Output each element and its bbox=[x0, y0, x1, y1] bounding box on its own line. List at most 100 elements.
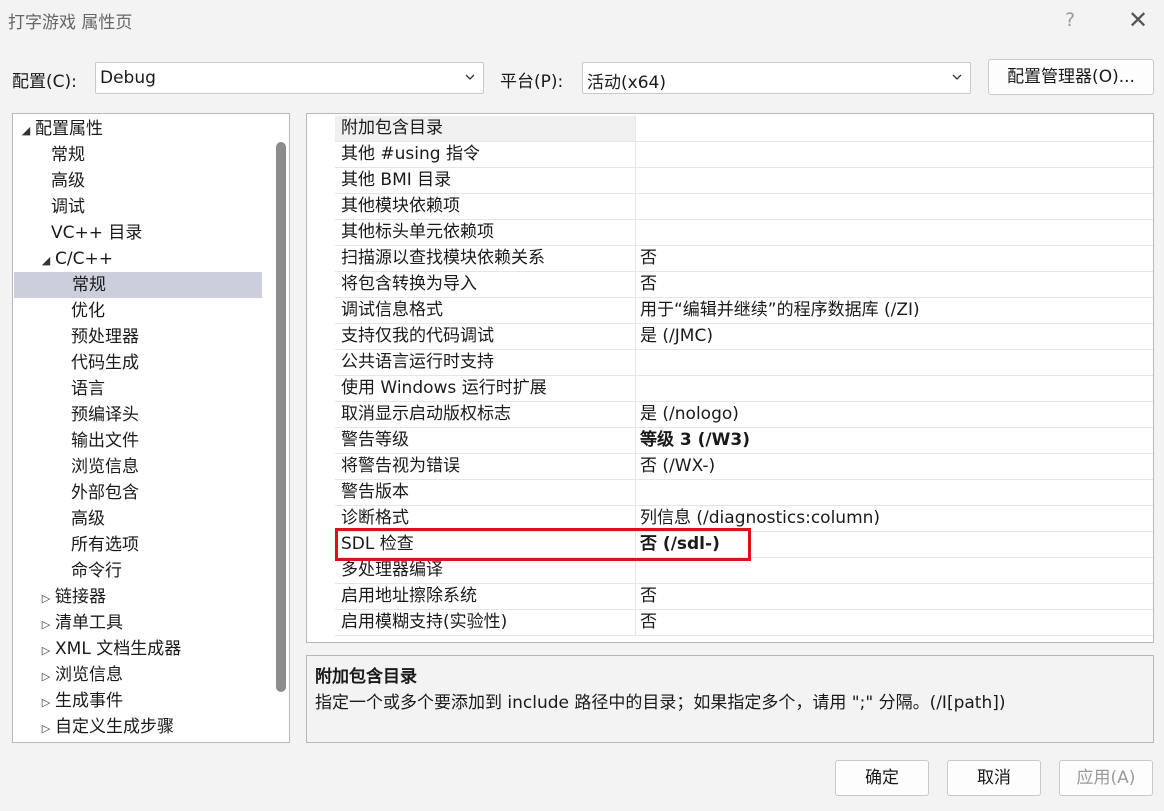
property-row[interactable]: 取消显示启动版权标志 是 (/nologo) bbox=[335, 402, 1153, 428]
property-value[interactable]: 否 bbox=[635, 584, 1153, 609]
property-row[interactable]: 启用模糊支持(实验性) 否 bbox=[335, 610, 1153, 636]
property-row[interactable]: 其他模块依赖项 bbox=[335, 194, 1153, 220]
tree-item[interactable]: 调试 bbox=[13, 194, 271, 220]
property-row[interactable]: 使用 Windows 运行时扩展 bbox=[335, 376, 1153, 402]
property-value[interactable]: 是 (/JMC) bbox=[635, 324, 1153, 349]
property-row[interactable]: 警告版本 bbox=[335, 480, 1153, 506]
property-name: 使用 Windows 运行时扩展 bbox=[341, 378, 547, 398]
property-value[interactable]: 否 (/WX-) bbox=[635, 454, 1153, 479]
tree-item[interactable]: 优化 bbox=[13, 298, 271, 324]
property-name: 启用模糊支持(实验性) bbox=[341, 612, 508, 632]
tree-item[interactable]: ▷ 链接器 bbox=[13, 584, 271, 610]
tree-item-label: 生成事件 bbox=[55, 691, 123, 711]
config-manager-button[interactable]: 配置管理器(O)... bbox=[988, 59, 1154, 95]
property-value[interactable] bbox=[635, 350, 1153, 375]
property-value[interactable] bbox=[635, 116, 1153, 141]
close-button[interactable]: ✕ bbox=[1124, 6, 1152, 34]
property-grid: 附加包含目录 其他 #using 指令其他 BMI 目录 其他模块依赖项其他标头单元… bbox=[306, 113, 1154, 643]
property-value[interactable] bbox=[635, 558, 1153, 583]
tree-item[interactable]: 命令行 bbox=[13, 558, 271, 584]
property-name: 警告版本 bbox=[341, 482, 409, 502]
tree-item[interactable]: ▷ 自定义生成步骤 bbox=[13, 714, 271, 740]
tree-item[interactable]: 常规 bbox=[13, 142, 271, 168]
property-name: 其他 #using 指令 bbox=[341, 144, 480, 164]
property-row[interactable]: 调试信息格式 用于“编辑并继续”的程序数据库 (/ZI) bbox=[335, 298, 1153, 324]
tree-item[interactable]: 常规 bbox=[14, 272, 262, 298]
property-row[interactable]: 其他 BMI 目录 bbox=[335, 168, 1153, 194]
property-value[interactable]: 用于“编辑并继续”的程序数据库 (/ZI) bbox=[635, 298, 1153, 323]
tree-item[interactable]: 输出文件 bbox=[13, 428, 271, 454]
property-value[interactable]: 否 bbox=[635, 610, 1153, 635]
tree-item-label: 调试 bbox=[51, 197, 85, 217]
tree-item[interactable]: 语言 bbox=[13, 376, 271, 402]
tree-item-label: 输出文件 bbox=[71, 431, 139, 451]
property-name: 启用地址擦除系统 bbox=[341, 586, 477, 606]
tree-item[interactable]: VC++ 目录 bbox=[13, 220, 271, 246]
tree-item[interactable]: 高级 bbox=[13, 506, 271, 532]
property-value[interactable]: 否 bbox=[635, 246, 1153, 271]
platform-dropdown[interactable]: 活动(x64) bbox=[582, 62, 971, 94]
tree-item[interactable]: 外部包含 bbox=[13, 480, 271, 506]
collapsed-arrow-icon[interactable]: ▷ bbox=[37, 586, 55, 612]
property-value[interactable] bbox=[635, 194, 1153, 219]
property-row[interactable]: 启用地址擦除系统 否 bbox=[335, 584, 1153, 610]
property-row[interactable]: 警告等级 等级 3 (/W3) bbox=[335, 428, 1153, 454]
property-value[interactable] bbox=[635, 220, 1153, 245]
property-value[interactable]: 否 bbox=[635, 272, 1153, 297]
property-row[interactable]: 其他 #using 指令 bbox=[335, 142, 1153, 168]
cancel-button[interactable]: 取消 bbox=[947, 760, 1041, 796]
tree-item[interactable]: 浏览信息 bbox=[13, 454, 271, 480]
tree-item[interactable]: 代码生成 bbox=[13, 350, 271, 376]
property-name: 其他模块依赖项 bbox=[341, 196, 460, 216]
tree-item[interactable]: 预编译头 bbox=[13, 402, 271, 428]
property-row[interactable]: 将警告视为错误 否 (/WX-) bbox=[335, 454, 1153, 480]
property-value[interactable]: 是 (/nologo) bbox=[635, 402, 1153, 427]
config-dropdown[interactable]: Debug bbox=[95, 62, 484, 94]
collapsed-arrow-icon[interactable]: ▷ bbox=[37, 716, 55, 742]
tree-item[interactable]: ▷ 浏览信息 bbox=[13, 662, 271, 688]
scrollbar-thumb[interactable] bbox=[276, 142, 286, 692]
collapsed-arrow-icon[interactable]: ▷ bbox=[37, 690, 55, 716]
property-row[interactable]: 支持仅我的代码调试 是 (/JMC) bbox=[335, 324, 1153, 350]
tree-item[interactable]: ▷ 生成事件 bbox=[13, 688, 271, 714]
tree-item[interactable]: 所有选项 bbox=[13, 532, 271, 558]
tree-item[interactable]: ▷ 清单工具 bbox=[13, 610, 271, 636]
property-name: 警告等级 bbox=[341, 430, 409, 450]
tree-item[interactable]: ▷ XML 文档生成器 bbox=[13, 636, 271, 662]
tree-item-label: 高级 bbox=[71, 509, 105, 529]
collapsed-arrow-icon[interactable]: ▷ bbox=[37, 612, 55, 638]
property-row[interactable]: 公共语言运行时支持 bbox=[335, 350, 1153, 376]
property-row[interactable]: 附加包含目录 bbox=[335, 116, 1153, 142]
property-value[interactable] bbox=[635, 168, 1153, 193]
collapsed-arrow-icon[interactable]: ▷ bbox=[37, 664, 55, 690]
tree-scrollbar[interactable] bbox=[271, 114, 289, 742]
tree-item[interactable]: 预处理器 bbox=[13, 324, 271, 350]
property-value[interactable] bbox=[635, 142, 1153, 167]
property-value[interactable] bbox=[635, 480, 1153, 505]
property-value[interactable]: 等级 3 (/W3) bbox=[635, 428, 1153, 453]
apply-button[interactable]: 应用(A) bbox=[1059, 760, 1153, 796]
collapsed-arrow-icon[interactable]: ▷ bbox=[37, 638, 55, 664]
property-value[interactable] bbox=[635, 376, 1153, 401]
tree-item-label: 高级 bbox=[51, 171, 85, 191]
tree-item[interactable]: ◢ 配置属性 bbox=[13, 116, 271, 142]
property-row[interactable]: 多处理器编译 bbox=[335, 558, 1153, 584]
help-button[interactable]: ? bbox=[1058, 6, 1082, 34]
property-row[interactable]: 扫描源以查找模块依赖关系 否 bbox=[335, 246, 1153, 272]
property-tree: ◢ 配置属性 常规 高级 调试 VC++ 目录 ◢ C/C++ 常规 优化 预处理器 代码生成 语言 预编… bbox=[12, 113, 290, 743]
property-name: 将包含转换为导入 bbox=[341, 274, 477, 294]
property-row[interactable]: 其他标头单元依赖项 bbox=[335, 220, 1153, 246]
chevron-down-icon bbox=[465, 74, 475, 80]
tree-item-label: 链接器 bbox=[55, 587, 106, 607]
expanded-arrow-icon[interactable]: ◢ bbox=[17, 118, 35, 144]
property-row[interactable]: 将包含转换为导入 否 bbox=[335, 272, 1153, 298]
property-name: 扫描源以查找模块依赖关系 bbox=[341, 248, 545, 268]
tree-item[interactable]: 高级 bbox=[13, 168, 271, 194]
description-text: 指定一个或多个要添加到 include 路径中的目录；如果指定多个，请用 ";"… bbox=[315, 693, 1006, 713]
tree-item-label: 代码生成 bbox=[71, 353, 139, 373]
platform-label: 平台(P): bbox=[500, 72, 564, 92]
property-name: 取消显示启动版权标志 bbox=[341, 404, 511, 424]
expanded-arrow-icon[interactable]: ◢ bbox=[37, 248, 55, 274]
ok-button[interactable]: 确定 bbox=[835, 760, 929, 796]
tree-item[interactable]: ◢ C/C++ bbox=[13, 246, 271, 272]
